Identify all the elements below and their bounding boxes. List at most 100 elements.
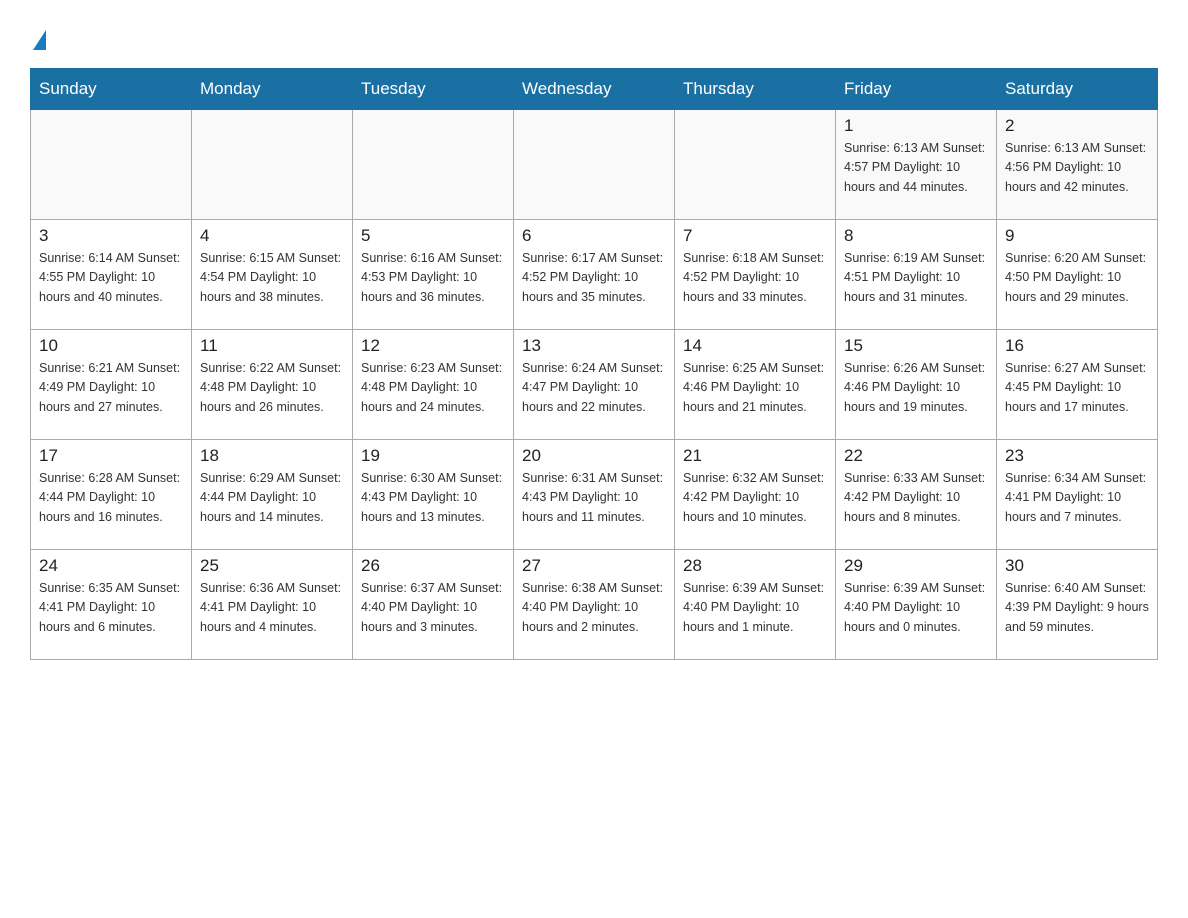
day-info: Sunrise: 6:38 AM Sunset: 4:40 PM Dayligh… — [522, 579, 666, 637]
day-number: 25 — [200, 556, 344, 576]
weekday-header-row: SundayMondayTuesdayWednesdayThursdayFrid… — [31, 69, 1158, 110]
calendar-cell: 7Sunrise: 6:18 AM Sunset: 4:52 PM Daylig… — [675, 220, 836, 330]
day-number: 29 — [844, 556, 988, 576]
day-number: 17 — [39, 446, 183, 466]
calendar-cell: 24 Sunrise: 6:35 AM Sunset: 4:41 PM Dayli… — [31, 550, 192, 660]
day-number: 27 — [522, 556, 666, 576]
day-info: Sunrise: 6:14 AM Sunset: 4:55 PM Dayligh… — [39, 249, 183, 307]
calendar-cell: 14Sunrise: 6:25 AM Sunset: 4:46 PM Dayli… — [675, 330, 836, 440]
day-info: Sunrise: 6:36 AM Sunset: 4:41 PM Dayligh… — [200, 579, 344, 637]
calendar-cell: 23 Sunrise: 6:34 AM Sunset: 4:41 PM Dayli… — [997, 440, 1158, 550]
calendar-cell: 17 Sunrise: 6:28 AM Sunset: 4:44 PM Dayli… — [31, 440, 192, 550]
day-info: Sunrise: 6:29 AM Sunset: 4:44 PM Dayligh… — [200, 469, 344, 527]
day-number: 13 — [522, 336, 666, 356]
day-number: 19 — [361, 446, 505, 466]
page-header — [30, 30, 1158, 48]
day-number: 26 — [361, 556, 505, 576]
day-info: Sunrise: 6:22 AM Sunset: 4:48 PM Dayligh… — [200, 359, 344, 417]
day-info: Sunrise: 6:28 AM Sunset: 4:44 PM Dayligh… — [39, 469, 183, 527]
week-row-5: 24 Sunrise: 6:35 AM Sunset: 4:41 PM Dayli… — [31, 550, 1158, 660]
day-number: 8 — [844, 226, 988, 246]
weekday-header-monday: Monday — [192, 69, 353, 110]
calendar-cell: 16 Sunrise: 6:27 AM Sunset: 4:45 PM Dayli… — [997, 330, 1158, 440]
calendar-cell: 26 Sunrise: 6:37 AM Sunset: 4:40 PM Dayli… — [353, 550, 514, 660]
day-number: 18 — [200, 446, 344, 466]
calendar-cell — [353, 110, 514, 220]
calendar-cell: 27 Sunrise: 6:38 AM Sunset: 4:40 PM Dayli… — [514, 550, 675, 660]
day-info: Sunrise: 6:39 AM Sunset: 4:40 PM Dayligh… — [844, 579, 988, 637]
day-info: Sunrise: 6:35 AM Sunset: 4:41 PM Dayligh… — [39, 579, 183, 637]
day-info: Sunrise: 6:20 AM Sunset: 4:50 PM Dayligh… — [1005, 249, 1149, 307]
day-info: Sunrise: 6:16 AM Sunset: 4:53 PM Dayligh… — [361, 249, 505, 307]
calendar-table: SundayMondayTuesdayWednesdayThursdayFrid… — [30, 68, 1158, 660]
day-info: Sunrise: 6:34 AM Sunset: 4:41 PM Dayligh… — [1005, 469, 1149, 527]
calendar-cell: 5 Sunrise: 6:16 AM Sunset: 4:53 PM Daylig… — [353, 220, 514, 330]
calendar-cell: 4 Sunrise: 6:15 AM Sunset: 4:54 PM Daylig… — [192, 220, 353, 330]
calendar-cell: 12Sunrise: 6:23 AM Sunset: 4:48 PM Dayli… — [353, 330, 514, 440]
day-number: 3 — [39, 226, 183, 246]
weekday-header-sunday: Sunday — [31, 69, 192, 110]
calendar-cell — [192, 110, 353, 220]
calendar-cell: 18 Sunrise: 6:29 AM Sunset: 4:44 PM Dayli… — [192, 440, 353, 550]
calendar-cell: 15 Sunrise: 6:26 AM Sunset: 4:46 PM Dayli… — [836, 330, 997, 440]
day-info: Sunrise: 6:32 AM Sunset: 4:42 PM Dayligh… — [683, 469, 827, 527]
calendar-cell: 1Sunrise: 6:13 AM Sunset: 4:57 PM Daylig… — [836, 110, 997, 220]
weekday-header-wednesday: Wednesday — [514, 69, 675, 110]
weekday-header-tuesday: Tuesday — [353, 69, 514, 110]
day-number: 28 — [683, 556, 827, 576]
day-info: Sunrise: 6:40 AM Sunset: 4:39 PM Dayligh… — [1005, 579, 1149, 637]
day-number: 2 — [1005, 116, 1149, 136]
weekday-header-thursday: Thursday — [675, 69, 836, 110]
day-info: Sunrise: 6:17 AM Sunset: 4:52 PM Dayligh… — [522, 249, 666, 307]
day-info: Sunrise: 6:19 AM Sunset: 4:51 PM Dayligh… — [844, 249, 988, 307]
day-number: 9 — [1005, 226, 1149, 246]
day-number: 15 — [844, 336, 988, 356]
day-info: Sunrise: 6:25 AM Sunset: 4:46 PM Dayligh… — [683, 359, 827, 417]
calendar-cell: 30 Sunrise: 6:40 AM Sunset: 4:39 PM Dayli… — [997, 550, 1158, 660]
weekday-header-saturday: Saturday — [997, 69, 1158, 110]
day-info: Sunrise: 6:37 AM Sunset: 4:40 PM Dayligh… — [361, 579, 505, 637]
day-number: 12 — [361, 336, 505, 356]
day-info: Sunrise: 6:13 AM Sunset: 4:56 PM Dayligh… — [1005, 139, 1149, 197]
day-number: 11 — [200, 336, 344, 356]
calendar-cell: 11 Sunrise: 6:22 AM Sunset: 4:48 PM Dayli… — [192, 330, 353, 440]
calendar-cell: 9 Sunrise: 6:20 AM Sunset: 4:50 PM Daylig… — [997, 220, 1158, 330]
day-info: Sunrise: 6:18 AM Sunset: 4:52 PM Dayligh… — [683, 249, 827, 307]
calendar-cell: 19 Sunrise: 6:30 AM Sunset: 4:43 PM Dayli… — [353, 440, 514, 550]
day-info: Sunrise: 6:15 AM Sunset: 4:54 PM Dayligh… — [200, 249, 344, 307]
day-number: 10 — [39, 336, 183, 356]
day-info: Sunrise: 6:31 AM Sunset: 4:43 PM Dayligh… — [522, 469, 666, 527]
day-info: Sunrise: 6:30 AM Sunset: 4:43 PM Dayligh… — [361, 469, 505, 527]
day-number: 6 — [522, 226, 666, 246]
calendar-cell: 25 Sunrise: 6:36 AM Sunset: 4:41 PM Dayli… — [192, 550, 353, 660]
day-number: 24 — [39, 556, 183, 576]
week-row-2: 3 Sunrise: 6:14 AM Sunset: 4:55 PM Daylig… — [31, 220, 1158, 330]
day-info: Sunrise: 6:26 AM Sunset: 4:46 PM Dayligh… — [844, 359, 988, 417]
day-number: 20 — [522, 446, 666, 466]
calendar-cell: 10 Sunrise: 6:21 AM Sunset: 4:49 PM Dayli… — [31, 330, 192, 440]
calendar-cell: 13Sunrise: 6:24 AM Sunset: 4:47 PM Dayli… — [514, 330, 675, 440]
day-number: 16 — [1005, 336, 1149, 356]
day-number: 23 — [1005, 446, 1149, 466]
calendar-cell: 6 Sunrise: 6:17 AM Sunset: 4:52 PM Daylig… — [514, 220, 675, 330]
calendar-cell: 29 Sunrise: 6:39 AM Sunset: 4:40 PM Dayli… — [836, 550, 997, 660]
day-info: Sunrise: 6:27 AM Sunset: 4:45 PM Dayligh… — [1005, 359, 1149, 417]
day-info: Sunrise: 6:21 AM Sunset: 4:49 PM Dayligh… — [39, 359, 183, 417]
calendar-cell — [31, 110, 192, 220]
calendar-cell: 21Sunrise: 6:32 AM Sunset: 4:42 PM Dayli… — [675, 440, 836, 550]
calendar-cell: 3 Sunrise: 6:14 AM Sunset: 4:55 PM Daylig… — [31, 220, 192, 330]
calendar-cell — [675, 110, 836, 220]
day-info: Sunrise: 6:33 AM Sunset: 4:42 PM Dayligh… — [844, 469, 988, 527]
week-row-4: 17 Sunrise: 6:28 AM Sunset: 4:44 PM Dayli… — [31, 440, 1158, 550]
calendar-cell: 22 Sunrise: 6:33 AM Sunset: 4:42 PM Dayli… — [836, 440, 997, 550]
logo — [30, 30, 46, 48]
day-number: 4 — [200, 226, 344, 246]
calendar-cell: 28Sunrise: 6:39 AM Sunset: 4:40 PM Dayli… — [675, 550, 836, 660]
day-number: 22 — [844, 446, 988, 466]
day-number: 30 — [1005, 556, 1149, 576]
day-number: 5 — [361, 226, 505, 246]
calendar-cell: 20 Sunrise: 6:31 AM Sunset: 4:43 PM Dayli… — [514, 440, 675, 550]
calendar-cell — [514, 110, 675, 220]
week-row-1: 1Sunrise: 6:13 AM Sunset: 4:57 PM Daylig… — [31, 110, 1158, 220]
day-info: Sunrise: 6:13 AM Sunset: 4:57 PM Dayligh… — [844, 139, 988, 197]
